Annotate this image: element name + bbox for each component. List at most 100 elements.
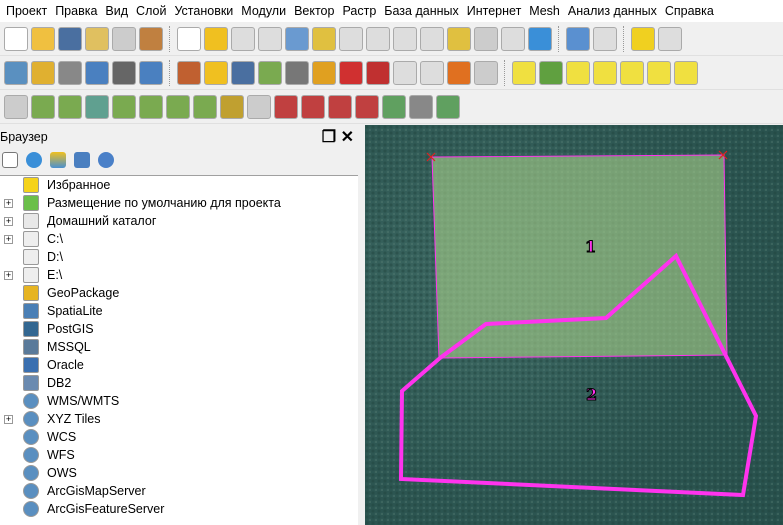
- menu-item[interactable]: Интернет: [463, 4, 526, 18]
- simplify-icon[interactable]: [220, 94, 244, 119]
- browser-item[interactable]: ArcGisFeatureServer: [0, 500, 358, 518]
- merge-features-icon[interactable]: [301, 94, 325, 119]
- temporal-icon[interactable]: [474, 26, 498, 51]
- browser-item[interactable]: WCS: [0, 428, 358, 446]
- zoom-next-icon[interactable]: [420, 26, 444, 51]
- expand-icon[interactable]: +: [4, 198, 13, 208]
- browser-item[interactable]: + XYZ Tiles: [0, 410, 358, 428]
- add-ring-icon[interactable]: [31, 94, 55, 119]
- collapse-all-icon[interactable]: [74, 152, 90, 168]
- label-abc-icon[interactable]: [512, 60, 536, 85]
- rotate-symbol-icon[interactable]: [355, 94, 379, 119]
- refresh-icon[interactable]: [528, 26, 552, 51]
- label-toolbar-icon[interactable]: [674, 60, 698, 85]
- edit-pen-icon[interactable]: [85, 60, 109, 85]
- menu-item[interactable]: Установки: [170, 4, 237, 18]
- style-pen-icon[interactable]: [177, 60, 201, 85]
- save-as-icon[interactable]: [85, 26, 109, 51]
- split-parts-icon[interactable]: [274, 94, 298, 119]
- reverse-line-icon[interactable]: [436, 94, 460, 119]
- redo-icon[interactable]: [474, 60, 498, 85]
- delete-part-icon[interactable]: [139, 94, 163, 119]
- paste-icon[interactable]: [420, 60, 444, 85]
- menu-item[interactable]: База данных: [380, 4, 462, 18]
- browser-item[interactable]: D:\: [0, 248, 358, 266]
- expand-icon[interactable]: +: [4, 234, 13, 244]
- float-panel-icon[interactable]: ❐: [322, 129, 336, 146]
- browser-item[interactable]: ArcGisMapServer: [0, 482, 358, 500]
- save-project-icon[interactable]: [58, 26, 82, 51]
- filter-icon[interactable]: [50, 152, 66, 168]
- browser-item[interactable]: Oracle: [0, 356, 358, 374]
- zoom-selection-icon[interactable]: [312, 26, 336, 51]
- fill-ring-icon[interactable]: [85, 94, 109, 119]
- close-panel-icon[interactable]: ✕: [341, 129, 354, 146]
- new-map-view-icon[interactable]: [447, 26, 471, 51]
- map-canvas[interactable]: 1 2: [365, 125, 783, 525]
- polygon-1[interactable]: [431, 154, 728, 359]
- pan-icon[interactable]: [177, 26, 201, 51]
- vertex-tool-icon[interactable]: [112, 60, 136, 85]
- expand-icon[interactable]: +: [4, 414, 13, 424]
- identify-icon[interactable]: [566, 26, 590, 51]
- merge-attributes-icon[interactable]: [328, 94, 352, 119]
- zoom-full-icon[interactable]: [285, 26, 309, 51]
- menu-item[interactable]: Справка: [661, 4, 718, 18]
- save-edits-icon[interactable]: [231, 60, 255, 85]
- copy-icon[interactable]: [393, 60, 417, 85]
- vertex-editor-icon[interactable]: [312, 60, 336, 85]
- delete-icon[interactable]: [339, 60, 363, 85]
- expand-icon[interactable]: +: [4, 216, 13, 226]
- move-feature-icon[interactable]: [285, 60, 309, 85]
- refresh-icon[interactable]: [26, 152, 42, 168]
- browser-item[interactable]: DB2: [0, 374, 358, 392]
- browser-item[interactable]: + C:\: [0, 230, 358, 248]
- undo-icon[interactable]: [447, 60, 471, 85]
- rotate-label-icon[interactable]: [620, 60, 644, 85]
- browser-item[interactable]: OWS: [0, 464, 358, 482]
- offset-curve-icon[interactable]: [193, 94, 217, 119]
- zoom-out-icon[interactable]: [258, 26, 282, 51]
- action-icon[interactable]: [593, 26, 617, 51]
- zoom-layer-icon[interactable]: [339, 26, 363, 51]
- delete-ring-icon[interactable]: [112, 94, 136, 119]
- toggle-editing-icon[interactable]: [31, 60, 55, 85]
- move-label-icon[interactable]: [593, 60, 617, 85]
- expand-icon[interactable]: +: [4, 270, 13, 280]
- browser-item[interactable]: WFS: [0, 446, 358, 464]
- bookmarks-icon[interactable]: [501, 26, 525, 51]
- new-project-icon[interactable]: [4, 26, 28, 51]
- digitize-icon[interactable]: [58, 60, 82, 85]
- pin-labels-icon[interactable]: [539, 60, 563, 85]
- menu-item[interactable]: Проект: [2, 4, 51, 18]
- info-icon[interactable]: [98, 152, 114, 168]
- change-label-icon[interactable]: [647, 60, 671, 85]
- print-layout-icon[interactable]: [112, 26, 136, 51]
- offset-point-icon[interactable]: [382, 94, 406, 119]
- split-features-icon[interactable]: [247, 94, 271, 119]
- browser-item[interactable]: SpatiaLite: [0, 302, 358, 320]
- browser-item[interactable]: + Домашний каталог: [0, 212, 358, 230]
- add-polygon-icon[interactable]: [258, 60, 282, 85]
- reshape-icon[interactable]: [166, 94, 190, 119]
- cut-icon[interactable]: [366, 60, 390, 85]
- menu-item[interactable]: Слой: [132, 4, 170, 18]
- advanced-digitize-icon[interactable]: [4, 94, 28, 119]
- browser-item[interactable]: + E:\: [0, 266, 358, 284]
- show-labels-icon[interactable]: [566, 60, 590, 85]
- deselect-icon[interactable]: [658, 26, 682, 51]
- zoom-native-icon[interactable]: [366, 26, 390, 51]
- select-icon[interactable]: [631, 26, 655, 51]
- menu-item[interactable]: Mesh: [525, 4, 564, 18]
- browser-item[interactable]: GeoPackage: [0, 284, 358, 302]
- add-part-icon[interactable]: [58, 94, 82, 119]
- browser-item[interactable]: Избранное: [0, 176, 358, 194]
- menu-item[interactable]: Растр: [338, 4, 380, 18]
- zoom-in-icon[interactable]: [231, 26, 255, 51]
- browser-item[interactable]: PostGIS: [0, 320, 358, 338]
- browser-item[interactable]: MSSQL: [0, 338, 358, 356]
- menu-item[interactable]: Вид: [101, 4, 132, 18]
- add-layer-icon[interactable]: [2, 152, 18, 168]
- menu-item[interactable]: Модули: [237, 4, 290, 18]
- current-edits-icon[interactable]: [4, 60, 28, 85]
